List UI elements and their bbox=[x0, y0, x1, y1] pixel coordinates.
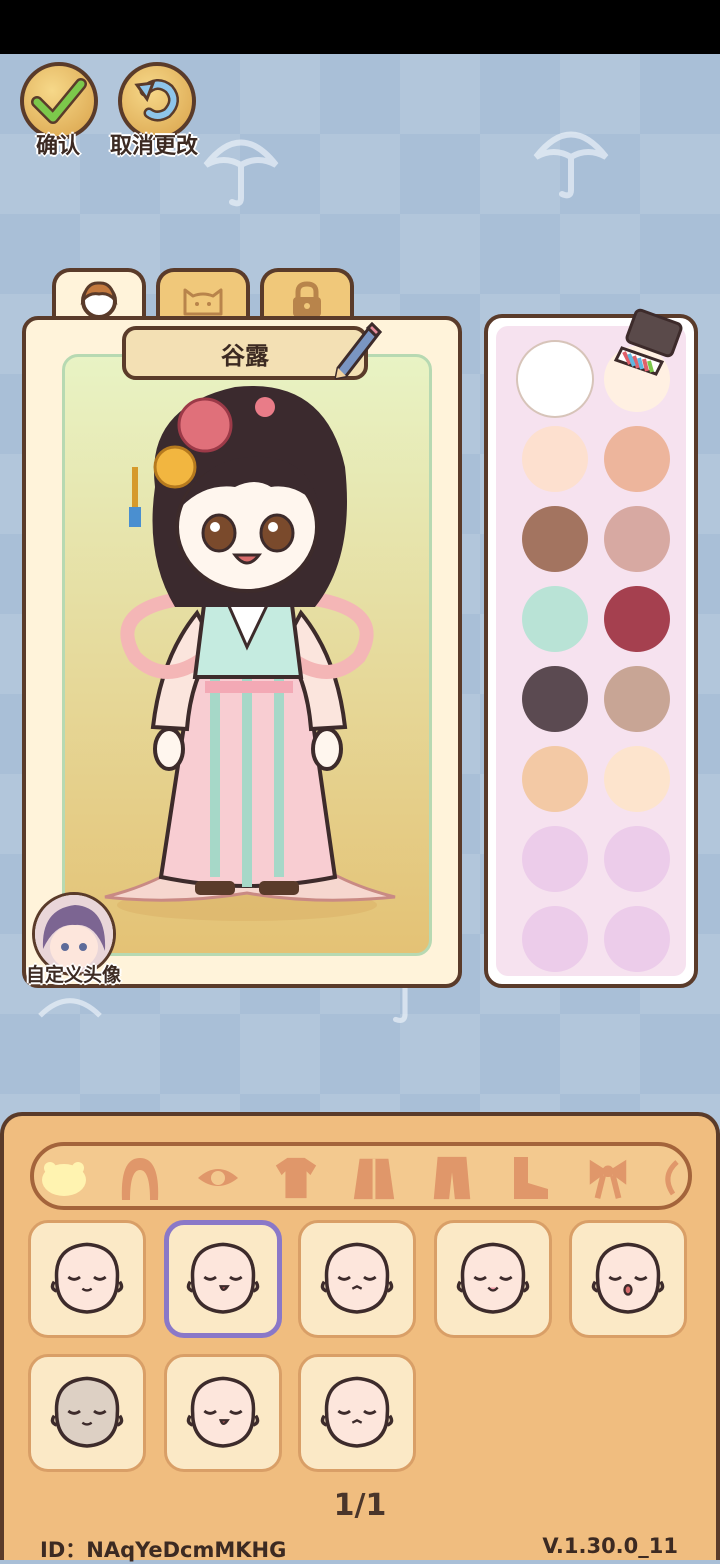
umbrella-decoration-icon bbox=[38, 998, 102, 1018]
color-swatch[interactable] bbox=[522, 906, 588, 972]
color-swatch[interactable] bbox=[604, 426, 670, 492]
checkmark-icon bbox=[31, 78, 87, 124]
page-indicator: 1/1 bbox=[333, 1488, 387, 1523]
cancel-changes-label: 取消更改 bbox=[110, 134, 199, 159]
category-accessory-icon[interactable] bbox=[584, 1154, 632, 1202]
face-preview-icon bbox=[315, 1235, 399, 1323]
color-swatch[interactable] bbox=[522, 426, 588, 492]
face-option[interactable] bbox=[298, 1354, 416, 1472]
color-swatch[interactable] bbox=[522, 826, 588, 892]
umbrella-decoration-icon bbox=[393, 981, 408, 1023]
category-bar bbox=[30, 1142, 692, 1210]
cat-icon bbox=[183, 288, 223, 316]
palette-swatches bbox=[496, 326, 686, 976]
confirm-label: 确认 bbox=[36, 134, 81, 159]
umbrella-decoration-icon bbox=[533, 131, 609, 199]
face-icon bbox=[80, 281, 118, 319]
color-swatch[interactable] bbox=[604, 906, 670, 972]
color-swatch[interactable] bbox=[522, 586, 588, 652]
color-swatch[interactable] bbox=[522, 346, 588, 412]
category-top-icon[interactable] bbox=[272, 1154, 320, 1202]
category-face-icon[interactable] bbox=[40, 1154, 88, 1202]
character-preview bbox=[62, 354, 432, 956]
face-option[interactable] bbox=[28, 1354, 146, 1472]
face-option[interactable] bbox=[164, 1354, 282, 1472]
face-option[interactable] bbox=[569, 1220, 687, 1338]
category-bottom-icon[interactable] bbox=[428, 1154, 476, 1202]
color-palette bbox=[484, 308, 698, 988]
face-option[interactable] bbox=[28, 1220, 146, 1338]
status-bar bbox=[0, 0, 720, 54]
version-label: V.1.30.0_11 bbox=[542, 1534, 678, 1558]
custom-color-brush-icon[interactable] bbox=[612, 308, 690, 376]
color-swatch[interactable] bbox=[522, 666, 588, 732]
umbrella-decoration-icon bbox=[203, 139, 279, 207]
face-preview-icon bbox=[315, 1369, 399, 1457]
character-card: 谷露 自定义头像 bbox=[22, 316, 462, 988]
pencil-edit-icon[interactable] bbox=[332, 320, 384, 382]
face-option[interactable] bbox=[298, 1220, 416, 1338]
undo-icon bbox=[134, 79, 179, 122]
lock-icon bbox=[293, 281, 321, 317]
face-preview-icon bbox=[181, 1369, 265, 1457]
face-option[interactable] bbox=[164, 1220, 282, 1338]
face-preview-icon bbox=[586, 1235, 670, 1323]
color-swatch[interactable] bbox=[604, 826, 670, 892]
category-eyes-icon[interactable] bbox=[194, 1154, 242, 1202]
category-hair-icon[interactable] bbox=[116, 1154, 164, 1202]
color-swatch[interactable] bbox=[522, 506, 588, 572]
category-more-icon[interactable] bbox=[656, 1154, 686, 1202]
face-preview-icon bbox=[451, 1235, 535, 1323]
color-swatch[interactable] bbox=[604, 666, 670, 732]
color-swatch[interactable] bbox=[604, 586, 670, 652]
face-preview-icon bbox=[45, 1369, 129, 1457]
color-swatch[interactable] bbox=[522, 746, 588, 812]
character-name: 谷露 bbox=[221, 341, 269, 370]
custom-avatar-label: 自定义头像 bbox=[26, 964, 122, 986]
color-swatch[interactable] bbox=[604, 746, 670, 812]
face-preview-icon bbox=[181, 1235, 265, 1323]
category-shoes-icon[interactable] bbox=[506, 1154, 554, 1202]
color-swatch[interactable] bbox=[604, 506, 670, 572]
face-preview-icon bbox=[45, 1235, 129, 1323]
face-option[interactable] bbox=[434, 1220, 552, 1338]
category-coat-icon[interactable] bbox=[350, 1154, 398, 1202]
character-figure bbox=[104, 386, 396, 921]
